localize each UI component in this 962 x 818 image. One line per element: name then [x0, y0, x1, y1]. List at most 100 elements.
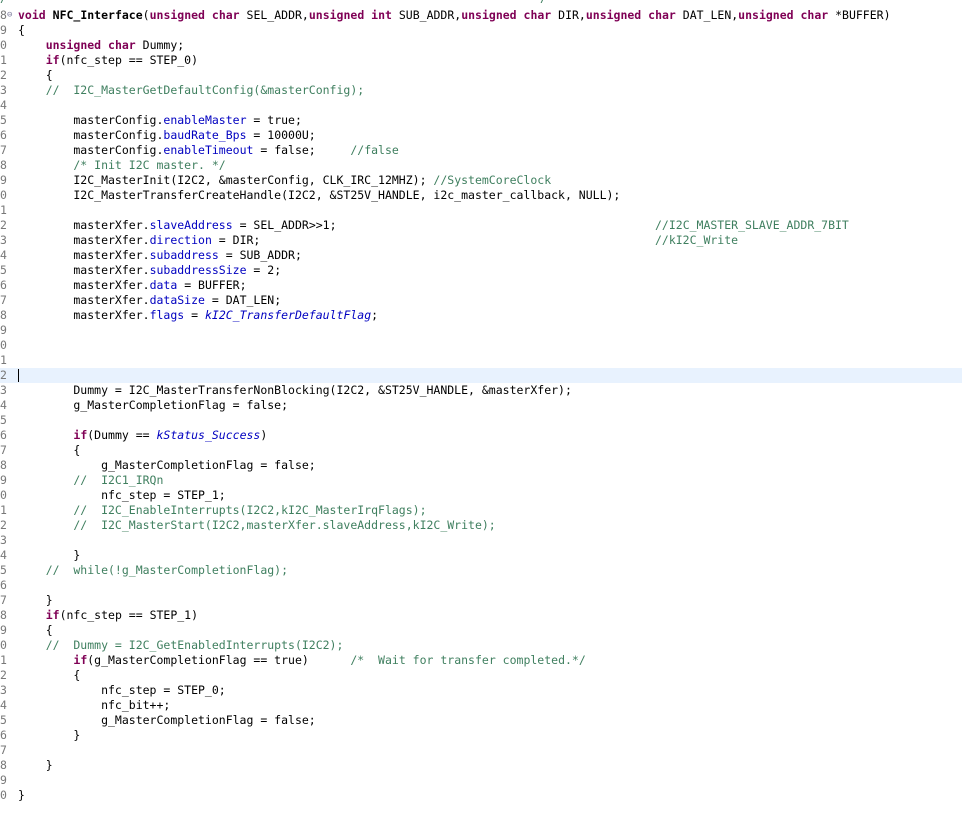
code-line[interactable]: 7 }	[0, 593, 962, 608]
code-line[interactable]: 5 g_MasterCompletionFlag = false;	[0, 713, 962, 728]
code-line[interactable]: 1 if(g_MasterCompletionFlag == true) /* …	[0, 653, 962, 668]
code-token: // I2C1_IRQn	[18, 473, 164, 487]
code-line[interactable]: 8 /* Init I2C master. */	[0, 158, 962, 173]
code-line[interactable]: 1 // I2C_EnableInterrupts(I2C2,kI2C_Mast…	[0, 503, 962, 518]
code-line[interactable]: 3 // I2C_MasterGetDefaultConfig(&masterC…	[0, 83, 962, 98]
code-line[interactable]: 3 Dummy = I2C_MasterTransferNonBlocking(…	[0, 383, 962, 398]
line-number: 2	[0, 68, 7, 82]
code-token: masterConfig.	[18, 128, 164, 142]
code-line[interactable]: 6 masterXfer.data = BUFFER;	[0, 278, 962, 293]
code-line[interactable]: 1 if(nfc_step == STEP_0)	[0, 53, 962, 68]
code-line[interactable]: 5 // while(!g_MasterCompletionFlag);	[0, 563, 962, 578]
code-token: data	[149, 278, 178, 292]
code-line[interactable]: 7 masterConfig.enableTimeout = false; //…	[0, 143, 962, 158]
code-line[interactable]: 2 // I2C_MasterStart(I2C2,masterXfer.sla…	[0, 518, 962, 533]
code-token: masterXfer.	[18, 218, 150, 232]
line-number: 6	[0, 428, 7, 442]
line-number: 5	[0, 563, 7, 577]
code-line[interactable]: 5 masterConfig.enableMaster = true;	[0, 113, 962, 128]
code-line[interactable]: 4	[0, 98, 962, 113]
code-line[interactable]: 8 }	[0, 758, 962, 773]
code-line[interactable]: 6 }	[0, 728, 962, 743]
code-token: slaveAddress	[149, 218, 233, 232]
code-line[interactable]: 4 g_MasterCompletionFlag = false;	[0, 398, 962, 413]
code-token: kI2C_TransferDefaultFlag	[204, 308, 372, 322]
code-token: )	[260, 428, 268, 442]
code-line[interactable]: 5	[0, 413, 962, 428]
code-token: SEL_ADDR,	[239, 8, 309, 22]
code-token: baudRate_Bps	[163, 128, 247, 142]
code-token: // I2C_MasterStart(I2C2,masterXfer.slave…	[18, 518, 496, 532]
code-line[interactable]: 2 {	[0, 668, 962, 683]
line-number: 3	[0, 233, 7, 247]
code-line[interactable]: 3 nfc_step = STEP_0;	[0, 683, 962, 698]
code-line[interactable]: 3	[0, 533, 962, 548]
code-text: masterConfig.enableMaster = true;	[18, 113, 302, 128]
code-line[interactable]: 1	[0, 203, 962, 218]
code-line[interactable]: 7 {	[0, 443, 962, 458]
line-number: 7	[0, 743, 7, 757]
code-line[interactable]: 0 nfc_step = STEP_1;	[0, 488, 962, 503]
code-text: }	[18, 758, 53, 773]
code-token: g_MasterCompletionFlag = false;	[18, 713, 316, 727]
line-number: 9	[0, 23, 7, 37]
code-line[interactable]: 9 {	[0, 623, 962, 638]
code-text: g_MasterCompletionFlag = false;	[18, 458, 316, 473]
code-line[interactable]: 0 // Dummy = I2C_GetEnabledInterrupts(I2…	[0, 638, 962, 653]
code-line[interactable]: 7	[0, 743, 962, 758]
code-line[interactable]: 0}	[0, 788, 962, 803]
line-number: 9	[0, 173, 7, 187]
code-text: {	[18, 623, 53, 638]
code-token: ;	[371, 308, 379, 322]
line-number: 0	[0, 188, 7, 202]
code-line[interactable]: 9{	[0, 23, 962, 38]
line-number: 8	[0, 608, 7, 622]
code-token: = SUB_ADDR;	[218, 248, 302, 262]
code-line[interactable]: 8 ⊖ void NFC_Interface(unsigned char SEL_A…	[0, 8, 962, 23]
code-line[interactable]: 8 if(nfc_step == STEP_1)	[0, 608, 962, 623]
code-text: // Dummy = I2C_GetEnabledInterrupts(I2C2…	[18, 638, 344, 653]
code-text: if(nfc_step == STEP_0)	[18, 53, 198, 68]
code-text: }	[18, 788, 25, 803]
line-number: 3	[0, 383, 7, 397]
line-number: 3	[0, 83, 7, 97]
line-number: 5	[0, 713, 7, 727]
code-line[interactable]: 9 // I2C1_IRQn	[0, 473, 962, 488]
code-text: unsigned char Dummy;	[18, 38, 184, 53]
code-token: DAT_LEN,	[675, 8, 739, 22]
line-number: 8	[0, 158, 7, 172]
code-line[interactable]: 1	[0, 353, 962, 368]
code-editor[interactable]: /***************************************…	[0, 0, 962, 818]
code-line[interactable]: 6	[0, 578, 962, 593]
code-line[interactable]: 9	[0, 323, 962, 338]
code-line[interactable]: 4 nfc_bit++;	[0, 698, 962, 713]
code-text: g_MasterCompletionFlag = false;	[18, 713, 316, 728]
code-line[interactable]: 9 I2C_MasterInit(I2C2, &masterConfig, CL…	[0, 173, 962, 188]
code-token: subaddress	[149, 248, 219, 262]
code-line[interactable]: 2 masterXfer.slaveAddress = SEL_ADDR>>1;…	[0, 218, 962, 233]
code-line[interactable]: 0	[0, 338, 962, 353]
code-line[interactable]: 6 masterConfig.baudRate_Bps = 10000U;	[0, 128, 962, 143]
code-text: if(nfc_step == STEP_1)	[18, 608, 198, 623]
code-line[interactable]: 5 masterXfer.subaddressSize = 2;	[0, 263, 962, 278]
code-line[interactable]: 4 masterXfer.subaddress = SUB_ADDR;	[0, 248, 962, 263]
code-text: // I2C_MasterGetDefaultConfig(&masterCon…	[18, 83, 365, 98]
fold-collapse-icon[interactable]: ⊖	[7, 8, 12, 23]
code-line[interactable]: 9	[0, 773, 962, 788]
code-line[interactable]: 2	[0, 368, 962, 383]
code-line[interactable]: 7 masterXfer.dataSize = DAT_LEN;	[0, 293, 962, 308]
code-line[interactable]: 6 if(Dummy == kStatus_Success)	[0, 428, 962, 443]
code-line[interactable]: 4 }	[0, 548, 962, 563]
code-token: = DAT_LEN;	[204, 293, 282, 307]
code-text: nfc_bit++;	[18, 698, 170, 713]
code-line[interactable]: 8 g_MasterCompletionFlag = false;	[0, 458, 962, 473]
code-line[interactable]: 0 unsigned char Dummy;	[0, 38, 962, 53]
code-line[interactable]: 0 I2C_MasterTransferCreateHandle(I2C2, &…	[0, 188, 962, 203]
code-line[interactable]: 2 {	[0, 68, 962, 83]
code-line[interactable]: 3 masterXfer.direction = DIR; //kI2C_Wri…	[0, 233, 962, 248]
code-line[interactable]: 8 masterXfer.flags = kI2C_TransferDefaul…	[0, 308, 962, 323]
code-text: {	[18, 68, 53, 83]
code-text: nfc_step = STEP_1;	[18, 488, 226, 503]
